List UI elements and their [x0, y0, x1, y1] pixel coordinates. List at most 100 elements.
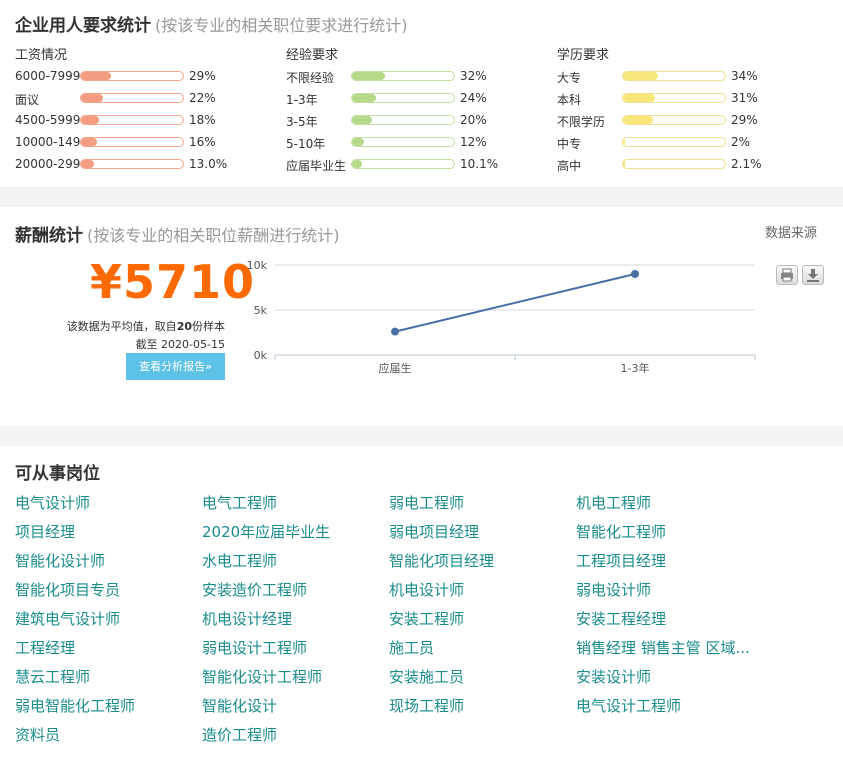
date-note: 截至 2020-05-15 — [135, 338, 225, 351]
stat-row: 中专 2% — [557, 132, 817, 154]
position-link[interactable]: 弱电工程师 — [389, 492, 464, 513]
requirement-column: 工资情况 6000-7999 29% 面议 22% 4500-5999 18% 10000-1… — [15, 44, 275, 176]
sample-count: 20 — [176, 320, 192, 333]
position-link[interactable]: 安装工程经理 — [576, 608, 666, 629]
position-link[interactable]: 建筑电气设计师 — [15, 608, 120, 629]
stat-bar-fill — [81, 116, 100, 124]
position-link[interactable]: 安装施工员 — [389, 666, 464, 687]
position-link[interactable]: 弱电项目经理 — [389, 521, 479, 542]
position-link[interactable]: 电气工程师 — [202, 492, 277, 513]
position-link[interactable]: 弱电设计师 — [576, 579, 651, 600]
stat-percent: 12% — [460, 135, 487, 149]
stat-percent: 34% — [731, 69, 758, 83]
stat-bar-fill — [81, 160, 95, 168]
stat-label: 不限经验 — [286, 71, 335, 85]
y-tick-label: 10k — [247, 259, 268, 272]
position-link[interactable]: 工程项目经理 — [576, 550, 666, 571]
position-link[interactable]: 2020年应届毕业生 — [202, 521, 330, 542]
position-link[interactable]: 电气设计工程师 — [576, 695, 681, 716]
requirement-column: 学历要求 大专 34% 本科 31% 不限学历 29% 中专 2% 高中 2.1% — [557, 44, 817, 176]
stat-label: 6000-7999 — [15, 69, 81, 83]
stat-bar — [80, 71, 184, 81]
position-link[interactable]: 弱电智能化工程师 — [15, 695, 135, 716]
salary-line-chart: 0k 5k 10k 应届生 1-3年 — [247, 259, 756, 375]
position-link[interactable]: 智能化设计师 — [15, 550, 105, 571]
salary-panel: 薪酬统计 (按该专业的相关职位薪酬进行统计) 数据来源 ¥5710 该数据为平均值… — [0, 207, 843, 426]
stat-row: 本科 31% — [557, 88, 817, 110]
position-link[interactable]: 施工员 — [389, 637, 434, 658]
stat-bar — [351, 71, 455, 81]
stat-label: 大专 — [557, 71, 582, 85]
stat-bar-fill — [623, 72, 658, 80]
column-heading: 学历要求 — [557, 48, 610, 63]
stat-percent: 29% — [189, 69, 216, 83]
position-link[interactable]: 安装设计师 — [576, 666, 651, 687]
position-link[interactable]: 机电设计师 — [389, 579, 464, 600]
salary-title-text: 薪酬统计 — [15, 226, 83, 246]
stat-percent: 16% — [189, 135, 216, 149]
stat-bar — [80, 115, 184, 125]
position-link[interactable]: 智能化项目经理 — [389, 550, 494, 571]
x-tick-label: 1-3年 — [621, 361, 650, 375]
stat-label: 面议 — [15, 93, 40, 107]
stat-bar-fill — [81, 94, 104, 102]
requirements-title: 企业用人要求统计 (按该专业的相关职位要求进行统计) — [15, 11, 408, 36]
stat-row: 10000-1499 16% — [15, 132, 275, 154]
stat-bar — [80, 159, 184, 169]
stat-bar — [80, 137, 184, 147]
position-link[interactable]: 电气设计师 — [15, 492, 90, 513]
position-link[interactable]: 弱电设计工程师 — [202, 637, 307, 658]
download-icon — [807, 269, 819, 282]
stat-row: 不限经验 32% — [286, 66, 546, 88]
stat-bar — [351, 115, 455, 125]
position-link[interactable]: 智能化设计工程师 — [202, 666, 322, 687]
stat-bar-fill — [623, 160, 626, 168]
stat-label: 本科 — [557, 93, 582, 107]
stat-label: 20000-2999 — [15, 157, 81, 171]
stat-row: 1-3年 24% — [286, 88, 546, 110]
position-link[interactable]: 机电设计经理 — [202, 608, 292, 629]
position-link[interactable]: 资料员 — [15, 724, 60, 745]
data-point — [631, 270, 639, 278]
positions-panel: 可从事岗位 电气设计师 电气工程师 弱电工程师 机电工程师项目经理 2020年应届毕业生… — [0, 446, 843, 760]
download-button[interactable] — [802, 265, 824, 285]
position-link[interactable]: 智能化设计 — [202, 695, 277, 716]
stat-bar — [622, 159, 726, 169]
stat-row: 3-5年 20% — [286, 110, 546, 132]
stat-label: 高中 — [557, 159, 582, 173]
position-link[interactable]: 水电工程师 — [202, 550, 277, 571]
stat-bar-fill — [352, 72, 385, 80]
stat-percent: 10.1% — [460, 157, 499, 171]
salary-subtitle: (按该专业的相关职位薪酬进行统计) — [87, 226, 340, 245]
position-link[interactable]: 销售经理 销售主管 区域... — [576, 637, 750, 658]
stat-row: 5-10年 12% — [286, 132, 546, 154]
sample-note-prefix: 该数据为平均值，取自 — [66, 320, 177, 333]
stat-row: 4500-5999 18% — [15, 110, 275, 132]
sample-note-suffix: 份样本 — [192, 320, 225, 333]
position-link[interactable]: 现场工程师 — [389, 695, 464, 716]
position-link[interactable]: 造价工程师 — [202, 724, 277, 745]
position-link[interactable]: 安装工程师 — [389, 608, 464, 629]
stat-percent: 13.0% — [189, 157, 228, 171]
data-source-link[interactable]: 数据来源 — [765, 222, 817, 241]
position-link[interactable]: 安装造价工程师 — [202, 579, 307, 600]
print-button[interactable] — [776, 265, 798, 285]
view-report-button[interactable]: 查看分析报告» — [126, 353, 225, 380]
stat-label: 不限学历 — [557, 115, 606, 129]
requirements-panel: 企业用人要求统计 (按该专业的相关职位要求进行统计) 工资情况 6000-7999 2… — [0, 0, 843, 187]
position-link[interactable]: 项目经理 — [15, 521, 75, 542]
stat-bar-fill — [81, 138, 98, 146]
position-link[interactable]: 慧云工程师 — [15, 666, 90, 687]
position-link[interactable]: 机电工程师 — [576, 492, 651, 513]
stat-percent: 32% — [460, 69, 487, 83]
positions-title: 可从事岗位 — [15, 464, 100, 484]
position-link[interactable]: 智能化项目专员 — [15, 579, 120, 600]
stat-row: 高中 2.1% — [557, 154, 817, 176]
stat-percent: 22% — [189, 91, 216, 105]
stat-label: 1-3年 — [286, 93, 318, 107]
position-link[interactable]: 智能化工程师 — [576, 521, 666, 542]
stat-label: 10000-1499 — [15, 135, 81, 149]
stat-bar-fill — [352, 116, 373, 124]
position-link[interactable]: 工程经理 — [15, 637, 75, 658]
stat-label: 3-5年 — [286, 115, 318, 129]
